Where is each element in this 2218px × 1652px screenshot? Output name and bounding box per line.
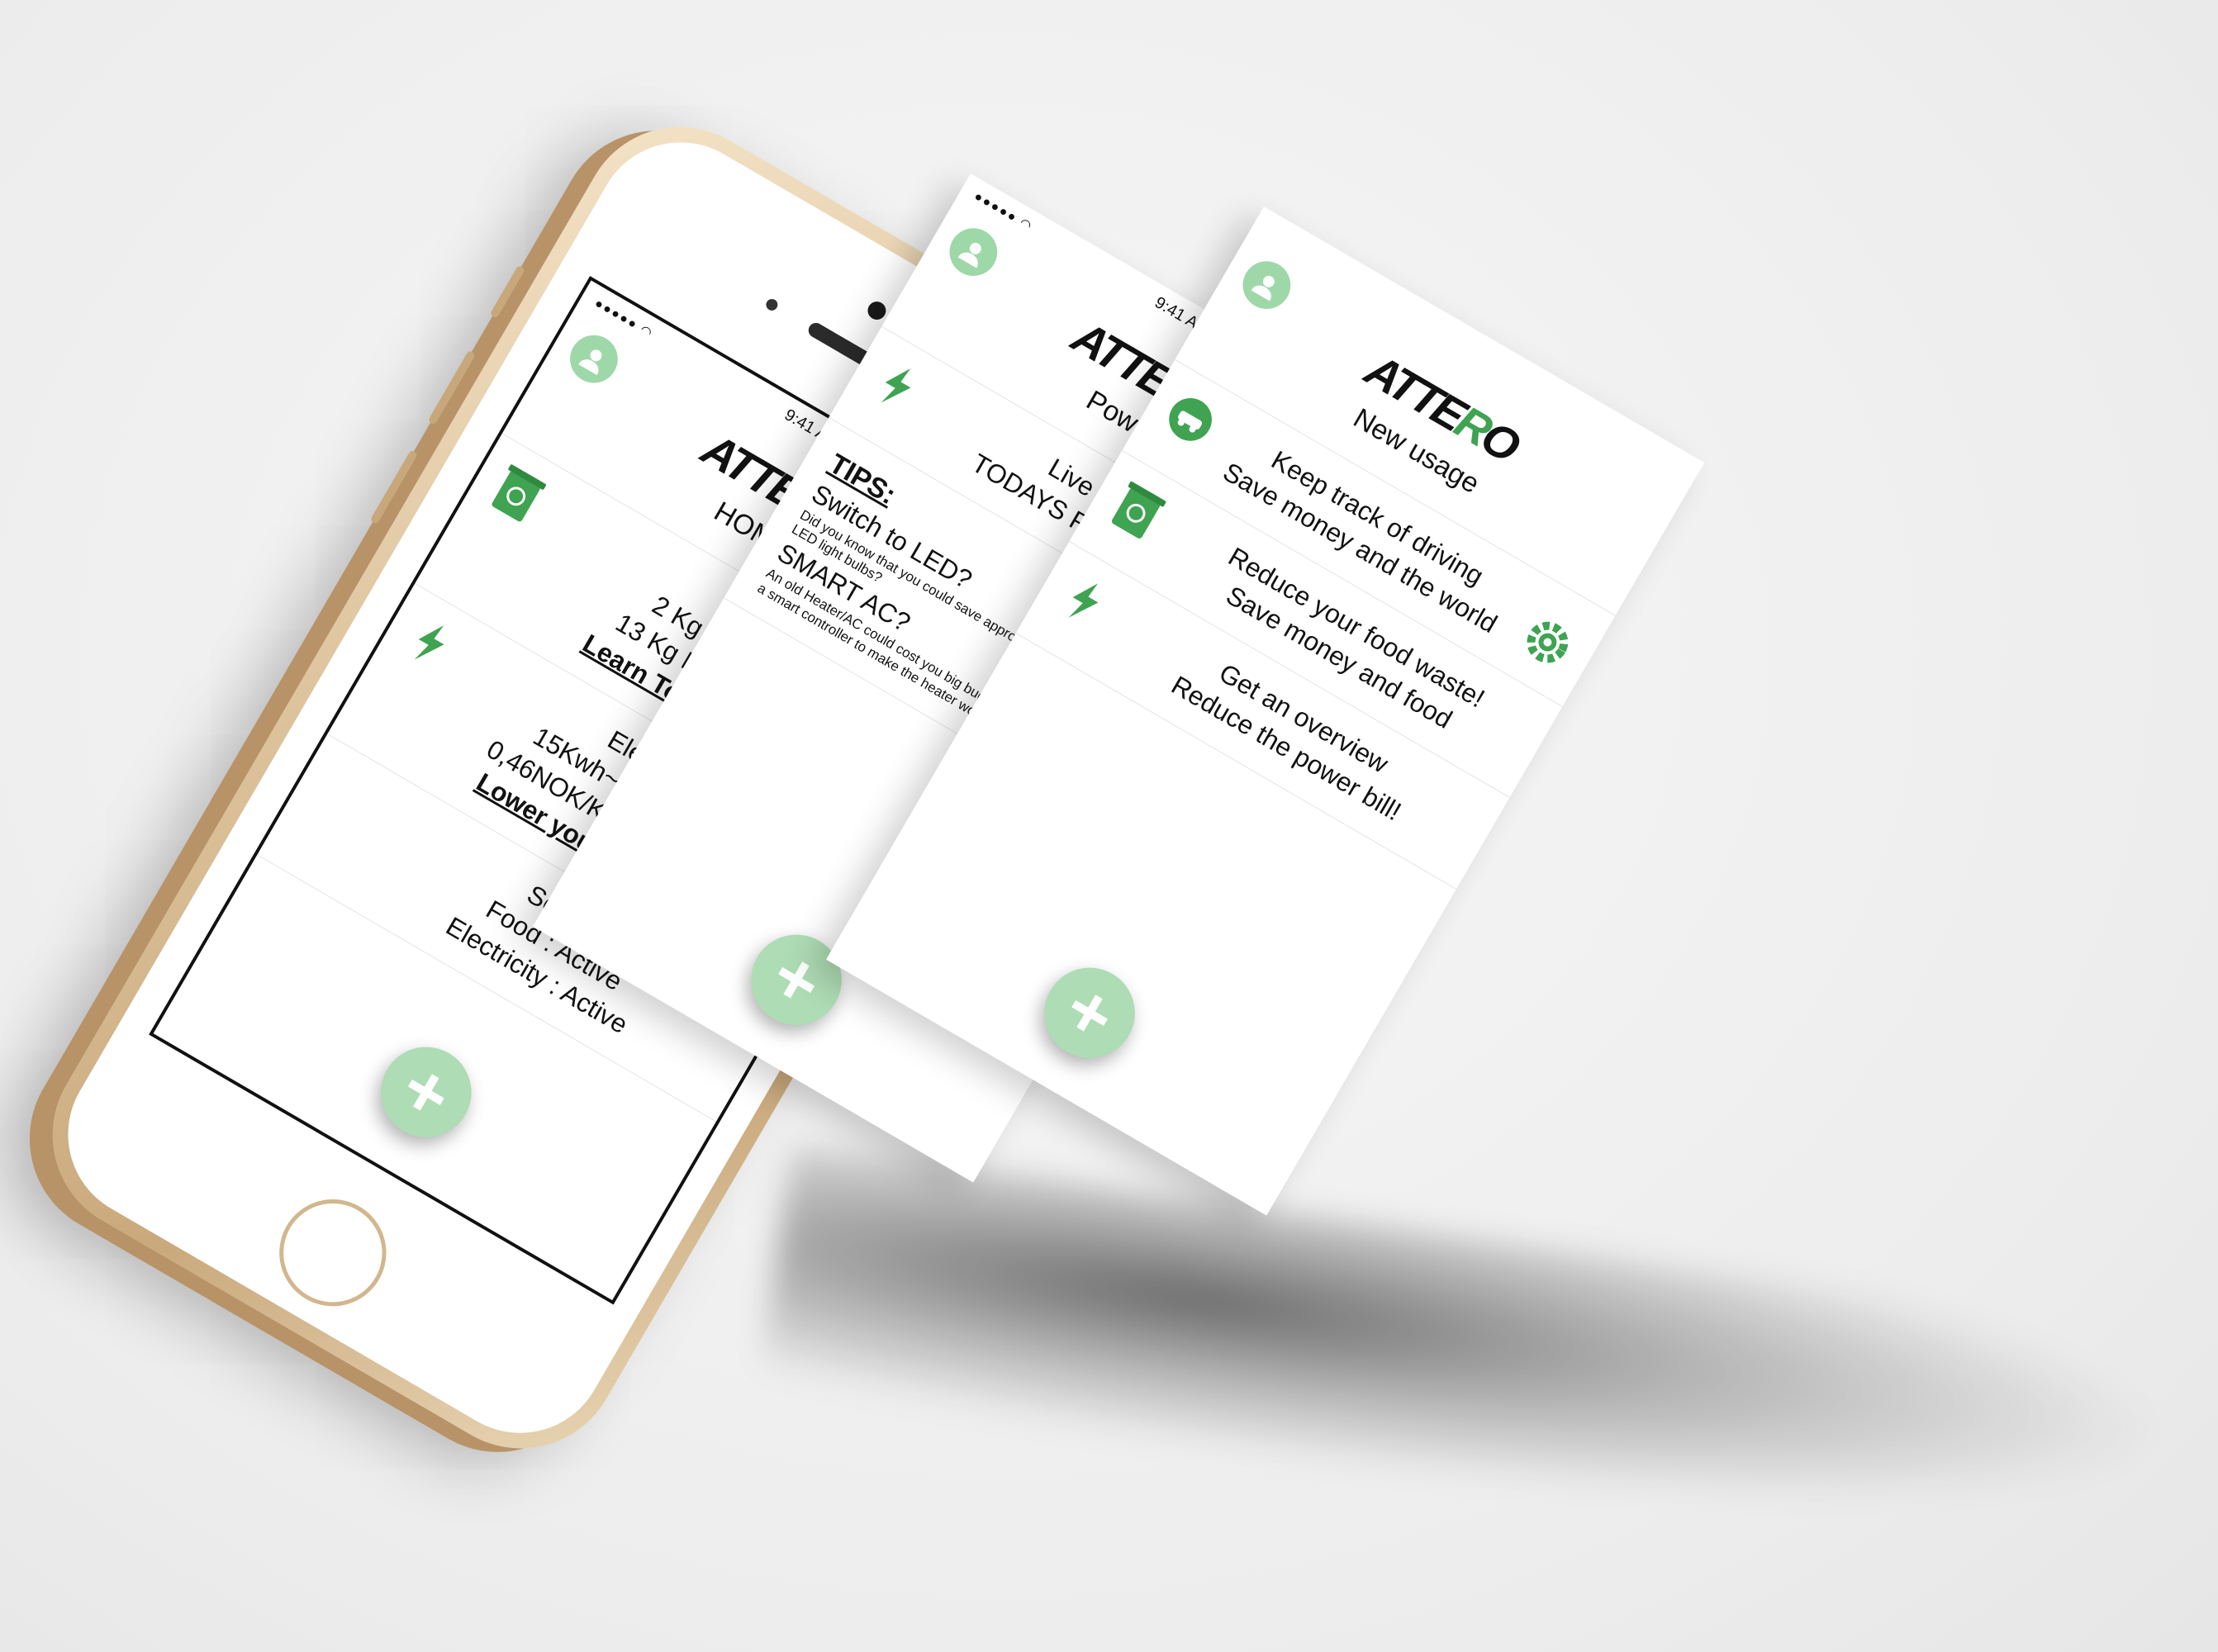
lightning-plug-icon <box>881 368 911 403</box>
food-bin-icon <box>1111 482 1166 539</box>
proximity-sensor <box>763 297 780 313</box>
settings-gear-icon[interactable] <box>1515 610 1580 675</box>
volume-up-button <box>427 349 477 425</box>
add-button[interactable]: + <box>1028 951 1152 1075</box>
lightning-plug-icon <box>414 625 444 660</box>
mute-switch <box>489 264 526 319</box>
car-icon <box>1169 397 1212 441</box>
volume-down-button <box>369 449 419 525</box>
floor-shadow <box>758 1142 2183 1583</box>
home-button[interactable] <box>259 1180 406 1327</box>
food-bin-icon <box>492 464 546 522</box>
add-button[interactable]: + <box>364 1030 488 1155</box>
lightning-plug-icon <box>1068 583 1099 619</box>
